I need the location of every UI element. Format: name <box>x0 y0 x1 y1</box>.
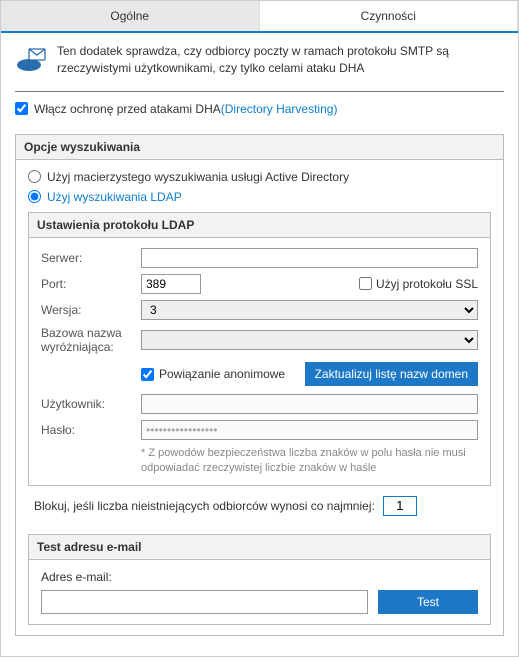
tab-general[interactable]: Ogólne <box>1 1 260 31</box>
block-label: Blokuj, jeśli liczba nieistniejących odb… <box>34 499 375 513</box>
radio-ldap[interactable] <box>28 190 41 203</box>
user-label: Użytkownik: <box>41 397 141 411</box>
ssl-label: Użyj protokołu SSL <box>376 277 478 291</box>
port-input[interactable] <box>141 274 201 294</box>
test-title: Test adresu e-mail <box>29 535 490 560</box>
pass-input <box>141 420 478 440</box>
update-domains-button[interactable]: Zaktualizuj listę nazw domen <box>305 362 478 386</box>
version-select[interactable]: 3 <box>141 300 478 320</box>
anon-checkbox[interactable] <box>141 368 154 381</box>
tabs: Ogólne Czynności <box>1 1 518 33</box>
user-input <box>141 394 478 414</box>
enable-dha-checkbox[interactable] <box>15 102 28 115</box>
search-options-title: Opcje wyszukiwania <box>16 135 503 160</box>
basedn-label: Bazowa nazwa wyróżniająca: <box>41 326 141 355</box>
pass-label: Hasło: <box>41 423 141 437</box>
ssl-checkbox[interactable] <box>359 277 372 290</box>
port-label: Port: <box>41 277 141 291</box>
version-label: Wersja: <box>41 303 141 317</box>
test-button[interactable]: Test <box>378 590 478 614</box>
enable-dha-label: Włącz ochronę przed atakami DHA <box>34 102 221 116</box>
anon-label: Powiązanie anonimowe <box>159 367 285 381</box>
block-count-input[interactable] <box>383 496 417 516</box>
dha-icon <box>15 43 47 75</box>
separator <box>15 91 504 92</box>
radio-ad-label: Użyj macierzystego wyszukiwania usługi A… <box>47 170 349 184</box>
test-email-input[interactable] <box>41 590 368 614</box>
dha-help-link[interactable]: (Directory Harvesting) <box>221 102 338 116</box>
test-email-label: Adres e-mail: <box>41 570 478 584</box>
radio-ldap-label: Użyj wyszukiwania LDAP <box>47 190 182 204</box>
basedn-select[interactable] <box>141 330 478 350</box>
radio-ad[interactable] <box>28 170 41 183</box>
ldap-settings-title: Ustawienia protokołu LDAP <box>29 213 490 238</box>
server-label: Serwer: <box>41 251 141 265</box>
tab-actions[interactable]: Czynności <box>260 1 519 31</box>
intro-text: Ten dodatek sprawdza, czy odbiorcy poczt… <box>57 43 504 77</box>
pass-hint: * Z powodów bezpieczeństwa liczba znaków… <box>41 446 478 475</box>
server-input[interactable] <box>141 248 478 268</box>
